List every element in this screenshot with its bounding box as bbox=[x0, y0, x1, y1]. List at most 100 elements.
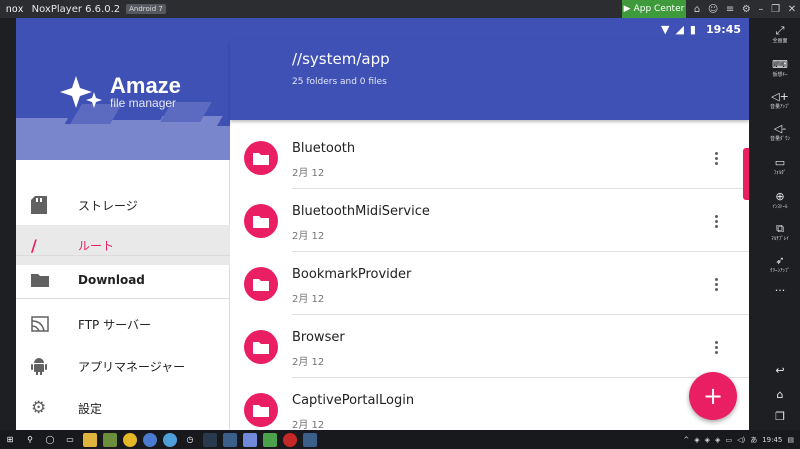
browser-icon[interactable] bbox=[143, 432, 157, 447]
overflow-menu-icon[interactable] bbox=[706, 335, 726, 359]
shirt-icon[interactable]: ⌂ bbox=[694, 4, 700, 15]
nox-taskbar-icon[interactable] bbox=[263, 432, 277, 447]
folder-count: 25 folders and 0 files bbox=[292, 77, 387, 87]
search-icon[interactable]: ⚲ bbox=[23, 433, 37, 447]
install-icon: ⊕ bbox=[775, 190, 785, 203]
drawer-header: Amaze file manager bbox=[16, 40, 230, 160]
app-center-button[interactable]: ▶ App Center bbox=[622, 0, 686, 18]
volume-down-icon: ◁- bbox=[773, 122, 787, 135]
back-icon[interactable]: ↩ bbox=[760, 364, 800, 384]
sidebar-button-fullscreen[interactable]: ⤢ 全画面 bbox=[760, 24, 800, 56]
task-view-icon[interactable]: ◯ bbox=[43, 433, 57, 447]
drawer-divider bbox=[16, 255, 230, 256]
sparkle-icon bbox=[60, 76, 102, 108]
drawer-item-download[interactable]: Download bbox=[16, 260, 230, 300]
ime-icon[interactable]: あ bbox=[750, 435, 757, 445]
overflow-menu-icon[interactable] bbox=[706, 209, 726, 233]
discord-icon[interactable] bbox=[243, 432, 257, 447]
folder-icon bbox=[244, 141, 278, 175]
slash-icon: / bbox=[31, 235, 37, 255]
overflow-menu-icon[interactable] bbox=[706, 146, 726, 170]
file-date: 2月 12 bbox=[292, 357, 325, 368]
window-title: NoxPlayer 6.6.0.2 bbox=[31, 3, 121, 15]
sidebar-label: ｲﾝｽﾄｰﾙ bbox=[772, 204, 788, 210]
file-list-item[interactable]: BookmarkProvider 2月 12 bbox=[230, 252, 749, 315]
play-icon: ▶ bbox=[623, 4, 631, 14]
recents-icon[interactable]: ❐ bbox=[760, 410, 800, 430]
tray-chevron-icon[interactable]: ^ bbox=[683, 436, 689, 444]
user-icon[interactable]: ☺ bbox=[708, 4, 718, 15]
drawer-item-root[interactable]: / ルート bbox=[16, 225, 230, 265]
file-name: BluetoothMidiService bbox=[292, 204, 430, 219]
windows-taskbar: ⊞ ⚲ ◯ ▭ ◷ ^ ◈ ◈ ◈ ▭ ◁) あ 19:45 ▤ bbox=[0, 430, 800, 449]
globe-icon[interactable] bbox=[163, 432, 177, 447]
sidebar-button-rocket[interactable]: ➶ ｸﾘｰﾝｱｯﾌﾟ bbox=[760, 254, 800, 286]
sidebar-button-keyboard[interactable]: ⌨ 仮想ｷｰ bbox=[760, 58, 800, 90]
sidebar-button-volume-down[interactable]: ◁- 音量ﾀﾞｳﾝ bbox=[760, 122, 800, 154]
file-explorer-icon[interactable] bbox=[83, 432, 97, 447]
android-status-bar: ▼ ◢ ▮ 19:45 bbox=[16, 18, 749, 40]
file-date: 2月 12 bbox=[292, 231, 325, 242]
file-date: 2月 12 bbox=[292, 420, 325, 430]
path-toolbar: //system/app 25 folders and 0 files bbox=[230, 40, 749, 120]
overflow-menu-icon[interactable] bbox=[706, 272, 726, 296]
android-version-badge: Android 7 bbox=[126, 4, 166, 14]
drawer-item-settings[interactable]: ⚙ 設定 bbox=[16, 388, 230, 428]
record-icon[interactable] bbox=[283, 432, 297, 447]
sidebar-button-install[interactable]: ⊕ ｲﾝｽﾄｰﾙ bbox=[760, 190, 800, 222]
menu-icon[interactable]: ≡ bbox=[726, 4, 734, 15]
ftp-icon bbox=[16, 316, 62, 332]
emulator-sidebar: ⤢ 全画面 ⌨ 仮想ｷｰ ◁+ 音量ｱｯﾌﾟ ◁- 音量ﾀﾞｳﾝ ▭ ﾌｫﾙﾀﾞ ⊕ ｲﾝｽﾄｰﾙ ⧉ ﾏ… bbox=[760, 18, 800, 430]
tray-time: 19:45 bbox=[762, 435, 783, 444]
sidebar-label: ｸﾘｰﾝｱｯﾌﾟ bbox=[769, 268, 790, 274]
current-path: //system/app bbox=[292, 50, 390, 68]
close-button[interactable]: ✕ bbox=[788, 4, 796, 15]
volume-icon[interactable]: ◁) bbox=[737, 436, 745, 444]
system-tray: ^ ◈ ◈ ◈ ▭ ◁) あ 19:45 ▤ bbox=[683, 430, 794, 449]
rocket-icon: ➶ bbox=[775, 254, 785, 267]
app-icon[interactable] bbox=[223, 432, 237, 447]
minimize-button[interactable]: – bbox=[759, 4, 764, 15]
windows-start-icon[interactable]: ⊞ bbox=[3, 433, 17, 447]
app-icon[interactable] bbox=[303, 432, 317, 447]
drawer-divider bbox=[16, 298, 230, 299]
tray-app-icon[interactable]: ◈ bbox=[715, 436, 720, 444]
wifi-icon: ▼ bbox=[660, 22, 670, 36]
sidebar-button-more[interactable]: ··· bbox=[760, 284, 800, 316]
battery-icon: ▮ bbox=[689, 22, 696, 36]
nox-logo: nox bbox=[6, 3, 24, 15]
file-name: BookmarkProvider bbox=[292, 267, 412, 282]
notification-icon[interactable]: ▤ bbox=[787, 436, 794, 444]
restore-button[interactable]: ❐ bbox=[771, 4, 780, 15]
home-icon[interactable]: ⌂ bbox=[760, 388, 800, 408]
sidebar-button-volume-up[interactable]: ◁+ 音量ｱｯﾌﾟ bbox=[760, 90, 800, 122]
drawer-item-app-manager[interactable]: アプリマネージャー bbox=[16, 346, 230, 386]
clock-icon[interactable]: ◷ bbox=[183, 433, 197, 447]
file-list-item[interactable]: CaptivePortalLogin 2月 12 bbox=[230, 378, 749, 430]
tray-app-icon[interactable]: ◈ bbox=[705, 436, 710, 444]
file-date: 2月 12 bbox=[292, 294, 325, 305]
file-list-item[interactable]: Browser 2月 12 bbox=[230, 315, 749, 378]
navigation-drawer: Amaze file manager ストレージ / ルート Download bbox=[16, 40, 230, 430]
chrome-icon[interactable] bbox=[123, 432, 137, 447]
sidebar-button-multiplay[interactable]: ⧉ ﾏﾙﾁﾌﾟﾚｲ bbox=[760, 222, 800, 254]
file-date: 2月 12 bbox=[292, 168, 325, 179]
steam-icon[interactable] bbox=[203, 432, 217, 447]
status-time: 19:45 bbox=[705, 22, 741, 36]
settings-icon[interactable]: ⚙ bbox=[742, 4, 751, 15]
scrollbar-thumb[interactable] bbox=[743, 148, 749, 200]
sidebar-button-monitor[interactable]: ▭ ﾌｫﾙﾀﾞ bbox=[760, 156, 800, 188]
add-fab-button[interactable]: + bbox=[689, 372, 737, 420]
file-list-item[interactable]: Bluetooth 2月 12 bbox=[230, 126, 749, 189]
folder-icon bbox=[244, 204, 278, 238]
tray-app-icon[interactable]: ◈ bbox=[694, 436, 699, 444]
drawer-item-ftp-server[interactable]: FTP サーバー bbox=[16, 304, 230, 344]
drawer-item-storage[interactable]: ストレージ bbox=[16, 185, 230, 225]
sidebar-label: 全画面 bbox=[772, 38, 788, 44]
network-icon[interactable]: ▭ bbox=[725, 436, 732, 444]
folder-icon bbox=[16, 273, 62, 287]
more-icon: ··· bbox=[774, 284, 786, 297]
minecraft-icon[interactable] bbox=[103, 432, 117, 447]
task-switch-icon[interactable]: ▭ bbox=[63, 433, 77, 447]
file-list-item[interactable]: BluetoothMidiService 2月 12 bbox=[230, 189, 749, 252]
